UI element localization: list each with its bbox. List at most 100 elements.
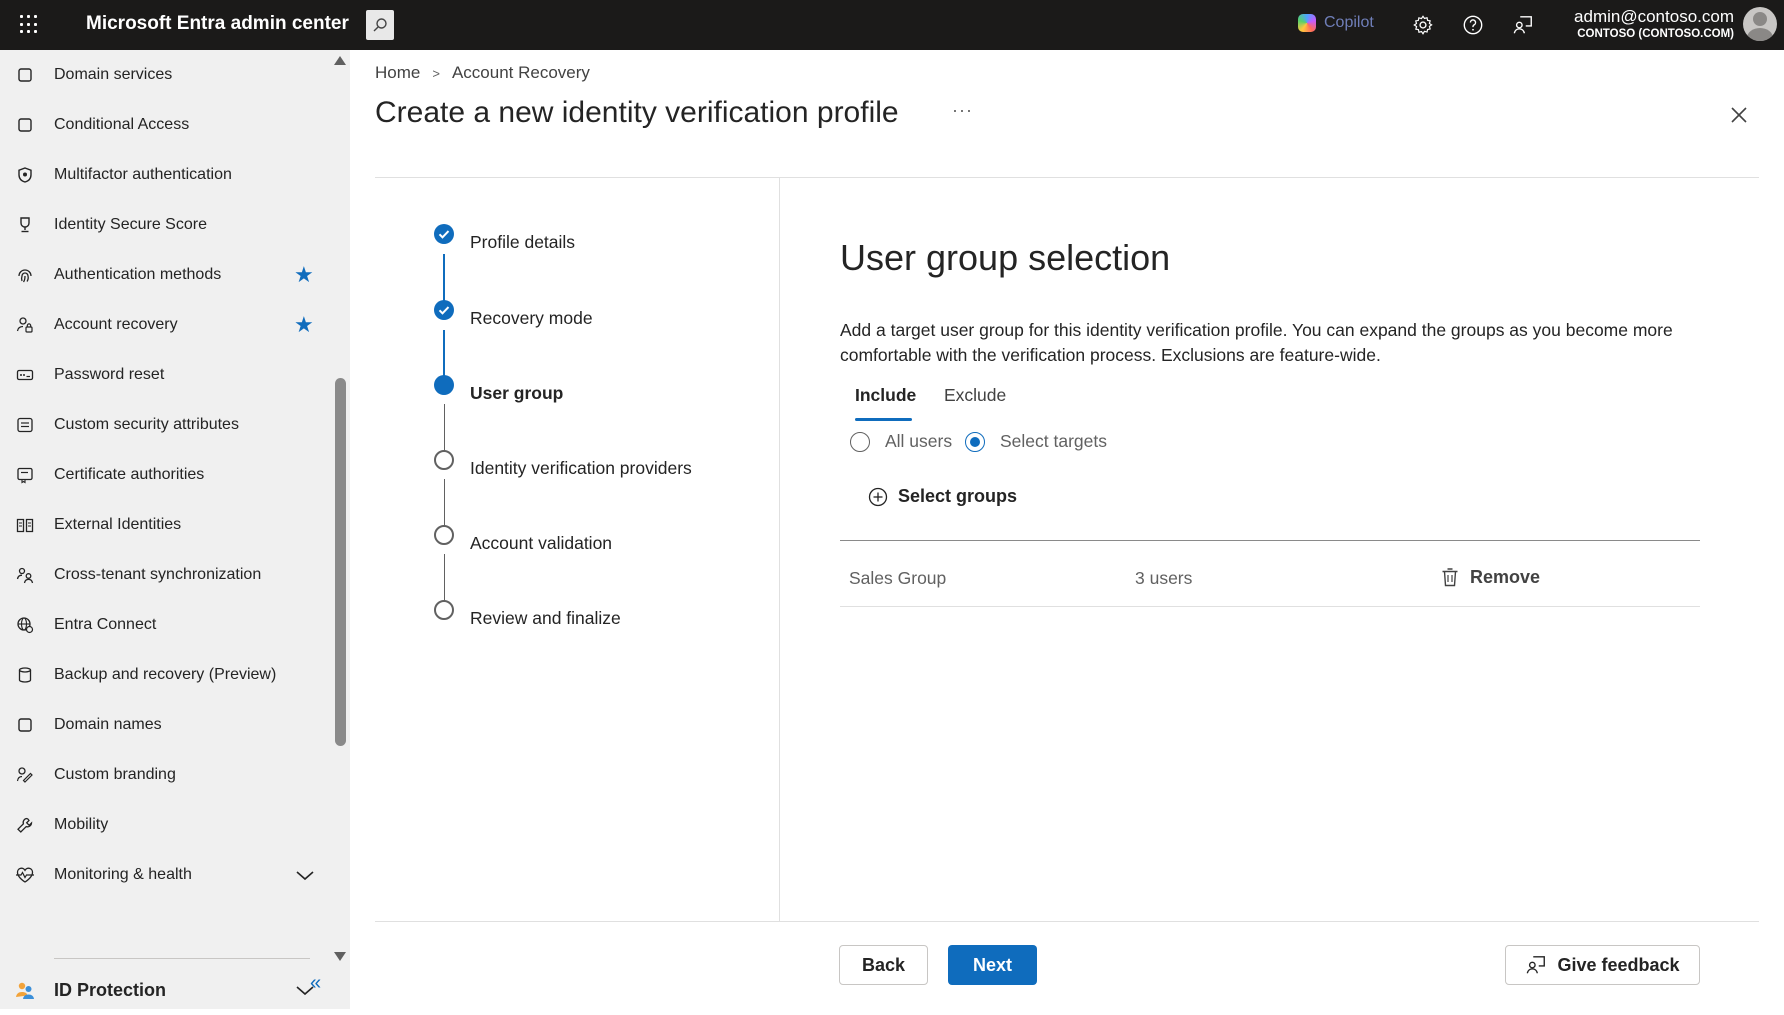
sidebar-item-label: Certificate authorities (54, 466, 205, 483)
step-label: Account validation (470, 533, 613, 553)
group-name: Sales Group (849, 568, 947, 588)
favorite-star-icon[interactable]: ★ (294, 314, 316, 336)
password-icon (14, 364, 36, 386)
collapse-sidebar-button[interactable]: « (310, 972, 321, 995)
next-button[interactable]: Next (948, 945, 1037, 985)
sidebar-section-id-protection[interactable]: ID Protection (0, 965, 330, 1015)
sidebar-item-external-identities[interactable]: External Identities (0, 500, 330, 550)
sidebar-item-label: Multifactor authentication (54, 166, 232, 183)
table-bottom-border (840, 606, 1700, 607)
brush-icon (14, 764, 36, 786)
radio-select-targets[interactable] (965, 432, 985, 452)
step-connector (444, 479, 445, 531)
copilot-icon (1298, 14, 1316, 32)
sidebar-item-account-recovery[interactable]: Account recovery ★ (0, 300, 330, 350)
breadcrumb-account-recovery[interactable]: Account Recovery (452, 63, 590, 83)
person-lock-icon (14, 314, 36, 336)
breadcrumb: Home > Account Recovery (375, 63, 590, 83)
sidebar-item-domain-names[interactable]: Domain names (0, 700, 330, 750)
sidebar-divider (54, 958, 310, 959)
feedback-icon (1513, 16, 1532, 34)
search-button[interactable] (366, 10, 394, 40)
sidebar-item-cross-tenant-synchronization[interactable]: Cross-tenant synchronization (0, 550, 330, 600)
remove-label: Remove (1470, 566, 1541, 587)
give-feedback-button[interactable]: Give feedback (1505, 945, 1700, 985)
sidebar-item-conditional-access[interactable]: Conditional Access (0, 100, 330, 150)
step-connector (444, 404, 445, 456)
feedback-icon (1527, 956, 1546, 974)
radio-label-all-users[interactable]: All users (885, 431, 952, 452)
step-label: User group (470, 383, 564, 403)
app-title[interactable]: Microsoft Entra admin center (86, 13, 349, 35)
scroll-down-arrow[interactable] (334, 952, 346, 961)
section-description: Add a target user group for this identit… (840, 320, 1673, 365)
footer-divider (375, 921, 1759, 922)
step-label: Profile details (470, 232, 576, 252)
settings-button[interactable] (1410, 12, 1436, 38)
sidebar: Domain services Conditional Access Multi… (0, 50, 350, 1009)
section-title: User group selection (840, 237, 1171, 278)
step-connector (443, 330, 445, 380)
sidebar-item-label: Password reset (54, 366, 165, 383)
sidebar-item-backup-and-recovery[interactable]: Backup and recovery (Preview) (0, 650, 330, 700)
step-connector (443, 254, 445, 304)
select-groups-label: Select groups (898, 486, 1018, 506)
sidebar-item-domain-services[interactable]: Domain services (0, 50, 330, 100)
header-divider (375, 177, 1759, 178)
shield-icon (14, 164, 36, 186)
copilot-button[interactable]: Copilot (1298, 14, 1374, 32)
trash-icon (1442, 568, 1458, 587)
help-icon (1463, 15, 1483, 35)
fingerprint-icon (14, 264, 36, 286)
sidebar-item-label: Authentication methods (54, 266, 222, 283)
more-options-button[interactable]: ··· (952, 100, 973, 121)
list-icon (14, 414, 36, 436)
group-member-count: 3 users (1135, 568, 1193, 588)
add-circle-icon (868, 487, 888, 506)
checkmark-icon (434, 224, 454, 244)
scroll-up-arrow[interactable] (334, 56, 346, 65)
radio-all-users[interactable] (850, 432, 870, 452)
sidebar-section-label: ID Protection (54, 979, 167, 1000)
sidebar-item-label: Custom security attributes (54, 416, 239, 433)
sidebar-item-custom-branding[interactable]: Custom branding (0, 750, 330, 800)
sidebar-item-identity-secure-score[interactable]: Identity Secure Score (0, 200, 330, 250)
sidebar-item-custom-security-attributes[interactable]: Custom security attributes (0, 400, 330, 450)
help-button[interactable] (1460, 12, 1486, 38)
sidebar-scrollbar-thumb[interactable] (335, 378, 346, 746)
sidebar-item-authentication-methods[interactable]: Authentication methods ★ (0, 250, 330, 300)
sidebar-item-label: Monitoring & health (54, 866, 192, 883)
back-button[interactable]: Back (839, 945, 928, 985)
app-launcher-icon[interactable] (20, 15, 40, 35)
select-groups-button[interactable]: Select groups (868, 486, 1017, 507)
feedback-top-button[interactable] (1510, 12, 1536, 38)
tab-exclude[interactable]: Exclude (944, 385, 1006, 406)
account-info[interactable]: admin@contoso.com CONTOSO (CONTOSO.COM) (1574, 7, 1734, 42)
remove-group-button[interactable]: Remove (1440, 566, 1540, 588)
favorite-star-icon[interactable]: ★ (294, 264, 316, 286)
sidebar-item-label: Custom branding (54, 766, 176, 783)
close-button[interactable] (1728, 104, 1750, 126)
sidebar-item-label: External Identities (54, 516, 182, 533)
top-bar: Microsoft Entra admin center Copilot adm… (0, 0, 1784, 50)
sidebar-item-monitoring-health[interactable]: Monitoring & health (0, 850, 330, 900)
sidebar-item-label: Account recovery (54, 316, 178, 333)
wizard-divider (779, 178, 780, 921)
chevron-down-icon[interactable] (294, 864, 316, 886)
radio-label-select-targets[interactable]: Select targets (1000, 431, 1107, 452)
sidebar-item-password-reset[interactable]: Password reset (0, 350, 330, 400)
sidebar-item-entra-connect[interactable]: Entra Connect (0, 600, 330, 650)
sidebar-item-label: Entra Connect (54, 616, 157, 633)
sidebar-item-certificate-authorities[interactable]: Certificate authorities (0, 450, 330, 500)
breadcrumb-home[interactable]: Home (375, 63, 420, 83)
avatar[interactable] (1743, 7, 1777, 41)
sidebar-item-label: Mobility (54, 816, 109, 833)
copilot-label: Copilot (1324, 14, 1374, 31)
certificate-icon (14, 464, 36, 486)
sidebar-item-mobility[interactable]: Mobility (0, 800, 330, 850)
chevron-right-icon: > (432, 65, 440, 81)
tab-include[interactable]: Include (855, 385, 916, 406)
step-label: Recovery mode (470, 308, 593, 328)
search-icon (373, 18, 387, 32)
sidebar-item-multifactor-authentication[interactable]: Multifactor authentication (0, 150, 330, 200)
